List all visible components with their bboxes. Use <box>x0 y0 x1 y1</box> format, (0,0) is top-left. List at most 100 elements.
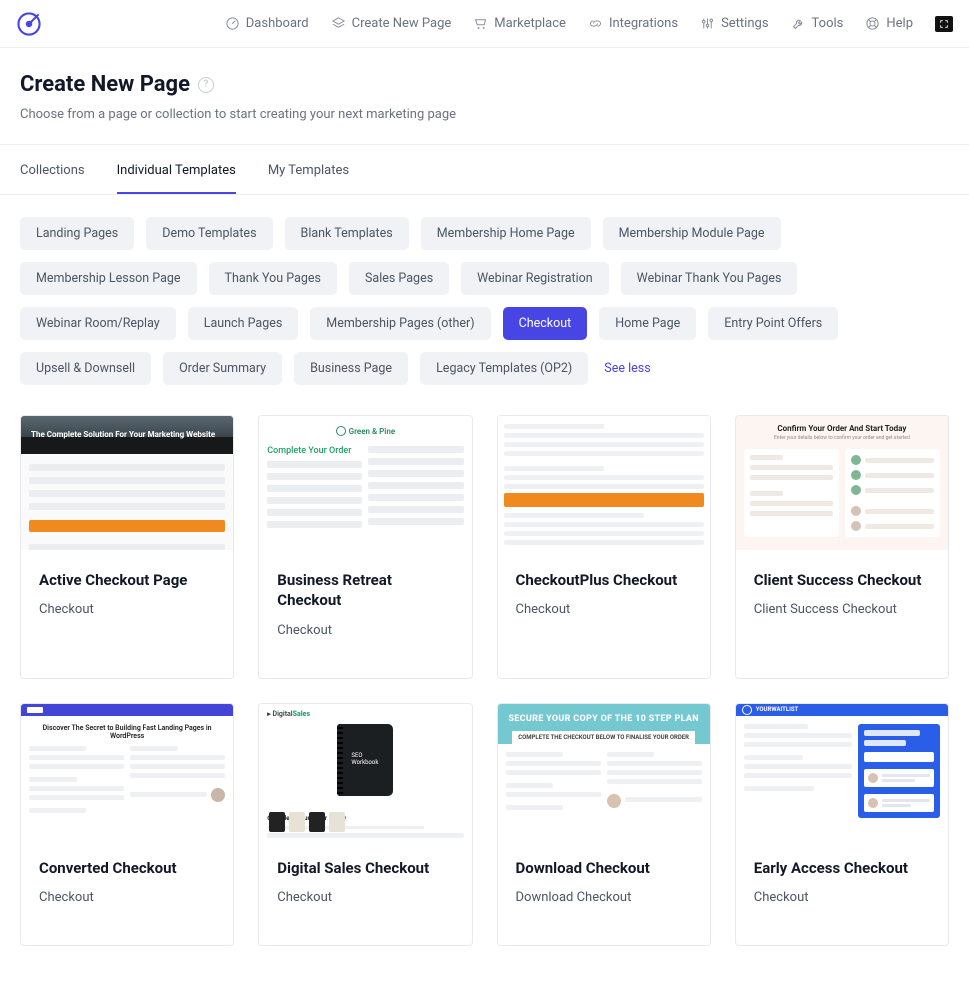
template-category: Client Success Checkout <box>754 602 930 617</box>
template-title: Download Checkout <box>516 858 692 878</box>
thumb-text: Green & Pine <box>267 426 463 436</box>
nav-dashboard[interactable]: Dashboard <box>225 16 309 31</box>
tab-collections[interactable]: Collections <box>20 145 85 194</box>
template-title: Converted Checkout <box>39 858 215 878</box>
template-title: Digital Sales Checkout <box>277 858 453 878</box>
thumb-text: Discover The Secret to Building Fast Lan… <box>29 724 225 740</box>
template-tabs: Collections Individual Templates My Temp… <box>0 145 969 195</box>
nav-label: Create New Page <box>352 16 452 31</box>
nav-label: Marketplace <box>494 16 566 31</box>
nav-label: Integrations <box>609 16 678 31</box>
template-card[interactable]: The Complete Solution For Your Marketing… <box>20 415 234 679</box>
thumb-text: Digital <box>273 710 293 718</box>
main-nav: Dashboard Create New Page Marketplace In… <box>225 16 953 32</box>
thumb-text: Sales <box>293 710 310 718</box>
filter-chip[interactable]: Home Page <box>599 307 696 340</box>
template-thumbnail: The Complete Solution For Your Marketing… <box>21 416 233 550</box>
page-header: Create New Page ? Choose from a page or … <box>0 48 969 145</box>
nav-create-new-page[interactable]: Create New Page <box>331 16 452 31</box>
nav-tools[interactable]: Tools <box>791 16 844 31</box>
template-thumbnail: Confirm Your Order And Start Today Enter… <box>736 416 948 550</box>
filter-chip[interactable]: Upsell & Downsell <box>20 352 151 385</box>
template-category: Checkout <box>277 890 453 905</box>
template-card[interactable]: YOURWAITLIST Early Access Checkout Check… <box>735 703 949 946</box>
page-subtitle: Choose from a page or collection to star… <box>20 107 949 122</box>
cart-icon <box>473 16 488 31</box>
sliders-icon <box>700 16 715 31</box>
template-card[interactable]: ▸ DigitalSales SEOWorkbook Complete your… <box>258 703 472 946</box>
filter-chip[interactable]: Blank Templates <box>285 217 409 250</box>
template-card[interactable]: ★★★★★ CheckoutPlus Checkout Checkout <box>497 415 711 679</box>
filter-chip[interactable]: Membership Home Page <box>421 217 591 250</box>
template-thumbnail: SECURE YOUR COPY OF THE 10 STEP PLAN COMP… <box>498 704 710 838</box>
filter-chip[interactable]: Webinar Room/Replay <box>20 307 176 340</box>
template-category: Download Checkout <box>516 890 692 905</box>
lifebuoy-icon <box>865 16 880 31</box>
template-category: Checkout <box>39 602 215 617</box>
page-title: Create New Page ? <box>20 72 949 97</box>
template-thumbnail: Green & Pine Complete Your Order <box>259 416 471 550</box>
template-category: Checkout <box>754 890 930 905</box>
wrench-icon <box>791 16 806 31</box>
template-grid: The Complete Solution For Your Marketing… <box>0 391 969 986</box>
filter-chip[interactable]: Thank You Pages <box>209 262 337 295</box>
nav-help[interactable]: Help <box>865 16 913 31</box>
filter-chip[interactable]: Business Page <box>294 352 408 385</box>
fullscreen-button[interactable] <box>935 16 953 32</box>
link-icon <box>588 16 603 31</box>
filter-chip[interactable]: Membership Lesson Page <box>20 262 197 295</box>
gauge-icon <box>225 16 240 31</box>
thumb-text: Complete Your Order <box>267 446 362 456</box>
app-logo[interactable] <box>16 11 42 37</box>
filter-chip[interactable]: Landing Pages <box>20 217 134 250</box>
filter-chip[interactable]: Demo Templates <box>146 217 272 250</box>
template-title: Client Success Checkout <box>754 570 930 590</box>
filter-chip[interactable]: Order Summary <box>163 352 282 385</box>
filter-chip[interactable]: Webinar Thank You Pages <box>621 262 798 295</box>
page-title-text: Create New Page <box>20 72 190 97</box>
filter-chip[interactable]: Membership Module Page <box>603 217 781 250</box>
top-bar: Dashboard Create New Page Marketplace In… <box>0 0 969 48</box>
filter-chip[interactable]: Launch Pages <box>188 307 299 340</box>
template-thumbnail: YOURWAITLIST <box>736 704 948 838</box>
template-title: Active Checkout Page <box>39 570 215 590</box>
thumb-text: Confirm Your Order And Start Today <box>744 424 940 433</box>
template-title: Early Access Checkout <box>754 858 930 878</box>
template-card[interactable]: Green & Pine Complete Your Order Busines… <box>258 415 472 679</box>
filter-chip[interactable]: Webinar Registration <box>461 262 609 295</box>
thumb-text: The Complete Solution For Your Marketing… <box>31 430 223 440</box>
nav-marketplace[interactable]: Marketplace <box>473 16 566 31</box>
filter-chip[interactable]: Entry Point Offers <box>708 307 838 340</box>
thumb-text: SECURE YOUR COPY OF THE 10 STEP PLAN <box>506 714 702 724</box>
filter-chip[interactable]: Membership Pages (other) <box>310 307 490 340</box>
template-thumbnail: Discover The Secret to Building Fast Lan… <box>21 704 233 838</box>
tab-individual-templates[interactable]: Individual Templates <box>117 145 236 194</box>
template-category: Checkout <box>39 890 215 905</box>
template-title: CheckoutPlus Checkout <box>516 570 692 590</box>
layers-icon <box>331 16 346 31</box>
filter-chip[interactable]: Sales Pages <box>349 262 449 295</box>
nav-integrations[interactable]: Integrations <box>588 16 678 31</box>
thumb-text: YOURWAITLIST <box>756 706 799 713</box>
filter-chips: Landing Pages Demo Templates Blank Templat… <box>0 195 969 391</box>
template-card[interactable]: Confirm Your Order And Start Today Enter… <box>735 415 949 679</box>
thumb-text: COMPLETE THE CHECKOUT BELOW TO FINALISE … <box>512 731 695 744</box>
nav-label: Dashboard <box>246 16 309 31</box>
nav-settings[interactable]: Settings <box>700 16 768 31</box>
tab-my-templates[interactable]: My Templates <box>268 145 349 194</box>
template-thumbnail: ▸ DigitalSales SEOWorkbook Complete your… <box>259 704 471 838</box>
template-category: Checkout <box>516 602 692 617</box>
filter-chip[interactable]: Checkout <box>503 307 588 340</box>
template-title: Business Retreat Checkout <box>277 570 453 611</box>
template-card[interactable]: SECURE YOUR COPY OF THE 10 STEP PLAN COMP… <box>497 703 711 946</box>
see-less-link[interactable]: See less <box>600 352 654 385</box>
expand-icon <box>939 19 949 29</box>
nav-label: Settings <box>721 16 768 31</box>
template-card[interactable]: Discover The Secret to Building Fast Lan… <box>20 703 234 946</box>
nav-label: Help <box>886 16 913 31</box>
filter-chip[interactable]: Legacy Templates (OP2) <box>420 352 588 385</box>
template-thumbnail: ★★★★★ <box>498 416 710 550</box>
nav-label: Tools <box>812 16 844 31</box>
template-category: Checkout <box>277 623 453 638</box>
help-hint-icon[interactable]: ? <box>198 77 214 93</box>
